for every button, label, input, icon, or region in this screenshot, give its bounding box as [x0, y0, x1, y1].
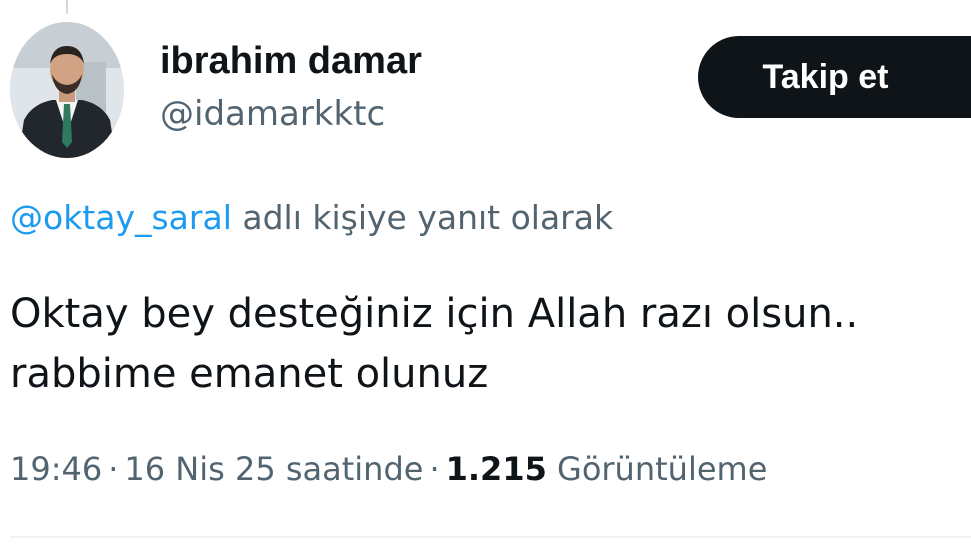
thread-connector-line [66, 0, 68, 14]
tweet-text: Oktay bey desteğiniz için Allah razı ols… [10, 284, 965, 404]
meta-separator: · [108, 450, 119, 488]
avatar[interactable] [10, 22, 124, 158]
tweet-time[interactable]: 19:46 [10, 450, 102, 488]
tweet-text-line: rabbime emanet olunuz [10, 351, 489, 397]
author-display-name[interactable]: ibrahim damar [160, 38, 422, 84]
reply-context-label: adlı kişiye yanıt olarak [242, 198, 614, 237]
reply-context: @oktay_saral adlı kişiye yanıt olarak [10, 196, 613, 240]
tweet-metadata: 19:46 · 16 Nis 25 saatinde · 1.215 Görüntüle… [10, 444, 767, 494]
tweet-date[interactable]: 16 Nis 25 saatinde [124, 450, 423, 488]
views-count: 1.215 [445, 450, 547, 488]
author-handle[interactable]: @idamarkktc [160, 92, 385, 136]
follow-button[interactable]: Takip et [698, 36, 971, 118]
reply-mention-link[interactable]: @oktay_saral [10, 198, 232, 237]
meta-separator: · [429, 450, 440, 488]
views-label: Görüntüleme [557, 450, 768, 488]
divider [10, 536, 971, 538]
avatar-photo-icon [10, 22, 124, 158]
tweet-text-line: Oktay bey desteğiniz için Allah razı ols… [10, 291, 859, 337]
